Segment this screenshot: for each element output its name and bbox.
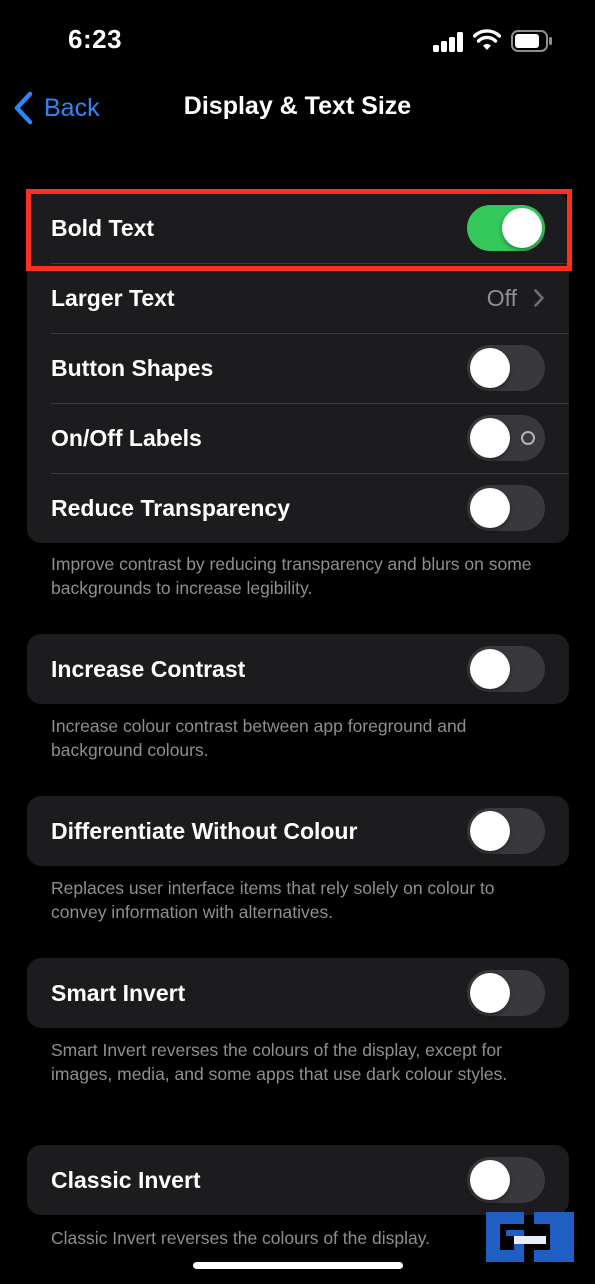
footnote-reduce-transparency: Improve contrast by reducing transparenc… <box>51 554 532 598</box>
page-title: Display & Text Size <box>183 92 412 120</box>
differentiate-without-colour-toggle[interactable] <box>467 808 545 854</box>
row-label: Reduce Transparency <box>51 494 291 521</box>
smart-invert-toggle[interactable] <box>467 970 545 1016</box>
signal-icon <box>433 32 463 52</box>
button-shapes-toggle[interactable] <box>467 345 545 391</box>
row-label: On/Off Labels <box>51 424 202 451</box>
row-smart-invert: Smart Invert <box>27 958 569 1028</box>
on-off-labels-toggle[interactable] <box>467 415 545 461</box>
watermark-logo <box>486 1212 574 1262</box>
toggle-knob <box>470 973 510 1013</box>
home-indicator[interactable] <box>193 1262 403 1269</box>
row-reduce-transparency: Reduce Transparency <box>27 473 569 543</box>
toggle-knob <box>470 811 510 851</box>
footnote-classic-invert: Classic Invert reverses the colours of t… <box>51 1228 431 1248</box>
row-label: Differentiate Without Colour <box>51 817 358 844</box>
row-label: Bold Text <box>51 214 155 241</box>
row-button-shapes: Button Shapes <box>27 333 569 403</box>
increase-contrast-toggle[interactable] <box>467 646 545 692</box>
status-bar: 6:23 <box>0 0 595 80</box>
toggle-knob <box>502 208 542 248</box>
bold-text-toggle[interactable] <box>467 205 545 251</box>
row-increase-contrast: Increase Contrast <box>27 634 569 704</box>
settings-group-differentiate: Differentiate Without Colour <box>27 796 569 866</box>
row-differentiate-without-colour: Differentiate Without Colour <box>27 796 569 866</box>
settings-group-contrast: Increase Contrast <box>27 634 569 704</box>
larger-text-value: Off <box>486 284 517 311</box>
off-circle-icon <box>521 431 535 445</box>
wifi-icon <box>473 29 501 50</box>
navigation-bar: Back Display & Text Size <box>0 80 595 136</box>
row-label: Classic Invert <box>51 1166 201 1193</box>
row-larger-text[interactable]: Larger Text Off <box>27 263 569 333</box>
toggle-knob <box>470 348 510 388</box>
row-bold-text: Bold Text <box>27 193 569 263</box>
footnote-differentiate: Replaces user interface items that rely … <box>51 878 495 922</box>
row-label: Smart Invert <box>51 979 186 1006</box>
toggle-knob <box>470 1160 510 1200</box>
settings-group-smart-invert: Smart Invert <box>27 958 569 1028</box>
toggle-knob <box>470 488 510 528</box>
footnote-smart-invert: Smart Invert reverses the colours of the… <box>51 1040 508 1084</box>
row-label: Increase Contrast <box>51 655 246 682</box>
toggle-knob <box>470 418 510 458</box>
row-label: Larger Text <box>51 284 175 311</box>
classic-invert-toggle[interactable] <box>467 1157 545 1203</box>
row-label: Button Shapes <box>51 354 214 381</box>
row-on-off-labels: On/Off Labels <box>27 403 569 473</box>
toggle-knob <box>470 649 510 689</box>
reduce-transparency-toggle[interactable] <box>467 485 545 531</box>
chevron-right-icon <box>534 289 544 307</box>
footnote-increase-contrast: Increase colour contrast between app for… <box>51 716 467 760</box>
settings-group-text: Bold Text Larger Text Off Button Shapes … <box>27 193 569 543</box>
battery-icon <box>511 30 552 52</box>
status-time: 6:23 <box>68 24 123 54</box>
